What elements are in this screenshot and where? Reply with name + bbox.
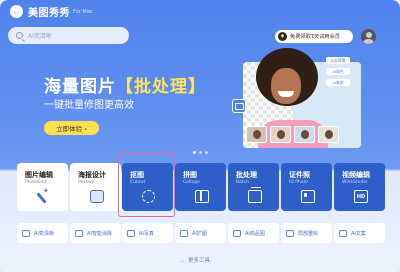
mini-tool-inpaint[interactable]: 局部重绘 [281,223,332,243]
copywriting-icon [339,229,347,237]
mini-tool-ai-enhance[interactable]: AI变清晰 [17,223,68,243]
tool-batch[interactable]: 批处理 Batch [228,163,279,211]
logo-icon: ◡ [10,5,23,18]
mini-tool-label: AI智能消除 [87,230,112,237]
search-input[interactable]: AI变清晰 [8,27,129,44]
mini-tool-label: AI变清晰 [34,230,54,237]
mini-tool-label: 局部重绘 [298,230,319,237]
mini-tool-label: AI写真 [139,230,154,237]
batch-thumbnails [246,126,339,143]
poster-icon [90,190,104,203]
thumbnail [246,126,267,143]
app-edition: For Mac [73,8,93,15]
thumbnail [270,126,291,143]
enhance-icon [22,229,30,237]
tool-subtitle: PhotoEdit [25,180,47,185]
app-logo: ◡ 美图秀秀 For Mac [10,4,93,19]
collage-icon [195,190,209,203]
banner-subtitle: 一键批量修图更高效 [44,100,134,111]
tool-collage[interactable]: 拼图 Collage [175,163,226,211]
free-trial-button[interactable]: ♦ 免费领取7天试用会员 [275,30,353,43]
mini-tool-ai-product[interactable]: AI商品图 [228,223,279,243]
free-trial-label: 免费领取7天试用会员 [290,34,340,40]
feature-chip: AI美颜 [326,79,350,86]
tool-subtitle: WinkStudio [342,180,368,185]
cutout-selection-outline [118,152,175,217]
tool-title: 批处理 [236,171,257,179]
tool-posters[interactable]: 海报设计 Posters [70,163,121,211]
feature-chip: AI调色 [326,68,350,75]
magic-wand-icon [37,187,51,203]
app-window: ◡ 美图秀秀 For Mac AI变清晰 ♦ 免费领取7天试用会员 海量图片【批… [0,0,400,272]
carousel-dot[interactable] [199,151,202,154]
search-icon [16,32,23,39]
tool-title: 视频编辑 [342,171,370,179]
carousel-dot-active[interactable] [193,151,196,154]
batch-icon [248,187,262,203]
tool-photo-edit[interactable]: 图片编辑 PhotoEdit [17,163,68,211]
banner-title-prefix: 海量图片 [44,77,116,97]
photos-icon [232,99,246,113]
more-tools-button[interactable]: ︿ 更多工具 [180,256,211,265]
tool-title: 拼图 [183,171,197,179]
banner-title: 海量图片【批处理】 [44,72,206,97]
product-icon [233,229,241,237]
tool-title: 海报设计 [78,171,106,179]
title-bar: ◡ 美图秀秀 For Mac [0,0,400,22]
portrait-icon [127,229,135,237]
vip-diamond-icon: ♦ [278,32,287,41]
id-photo-icon [301,190,315,203]
video-icon: HD [354,190,368,203]
tool-title: 图片编辑 [25,171,53,179]
mini-tool-ai-portrait[interactable]: AI写真 [122,223,173,243]
tool-subtitle: Batch [236,180,249,185]
try-now-button[interactable]: 立即体验 › [44,121,99,135]
tool-subtitle: Collage [183,180,200,185]
banner-title-highlight: 【批处理】 [116,77,206,97]
user-avatar[interactable] [361,29,376,44]
thumbnail [318,126,339,143]
mini-tool-label: AI文案 [351,230,366,237]
inpaint-icon [286,229,294,237]
feature-chip: AI去背景 [326,57,350,64]
mini-tool-ai-copywriting[interactable]: AI文案 [334,223,385,243]
tool-subtitle: ID Photo [289,180,309,185]
mini-tool-label: AI扩图 [192,230,207,237]
search-placeholder: AI变清晰 [28,33,52,40]
tool-subtitle: Posters [78,180,95,185]
chevron-up-icon: ︿ [180,257,186,264]
tool-id-photo[interactable]: 证件照 ID Photo [281,163,332,211]
eraser-icon [75,229,83,237]
mini-tool-label: AI商品图 [245,230,265,237]
carousel-dot[interactable] [205,151,208,154]
tool-title: 证件照 [289,171,310,179]
portrait-face [271,68,301,104]
carousel-dots [193,151,208,154]
more-tools-label: 更多工具 [188,258,211,264]
expand-icon [180,229,188,237]
tool-video-edit[interactable]: 视频编辑 WinkStudio HD [334,163,385,211]
mini-tool-ai-expand[interactable]: AI扩图 [175,223,226,243]
thumbnail [294,126,315,143]
app-name: 美图秀秀 [28,8,70,19]
mini-tool-ai-eraser[interactable]: AI智能消除 [70,223,121,243]
